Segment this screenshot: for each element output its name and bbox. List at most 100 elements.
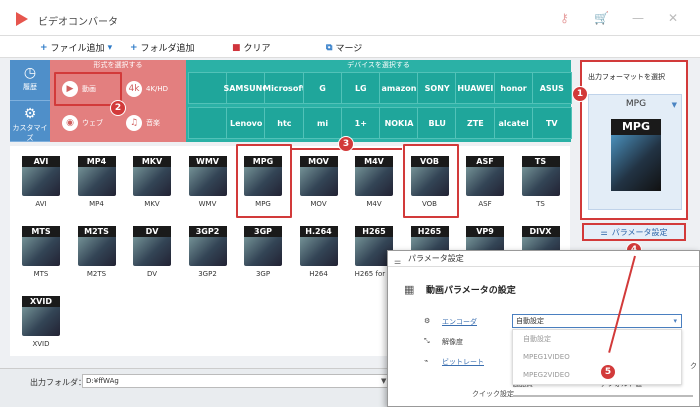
- device-row2-5[interactable]: NOKIA: [379, 107, 419, 139]
- marker-3: 3: [338, 136, 354, 152]
- format-item-13[interactable]: 3GP2 3GP2: [183, 220, 233, 288]
- encoder-option[interactable]: 自動設定: [513, 330, 681, 348]
- category-audio[interactable]: ♫ 音楽: [118, 108, 182, 138]
- chrome-icon: ◉: [62, 115, 78, 131]
- format-name: WMV: [198, 200, 217, 208]
- format-item-9[interactable]: TS TS: [516, 150, 566, 218]
- device-row2-7[interactable]: ZTE: [455, 107, 496, 139]
- close-icon[interactable]: ✕: [668, 11, 678, 25]
- right-cut-label: ク: [690, 362, 697, 370]
- format-item-5[interactable]: MOV MOV: [294, 150, 344, 218]
- device-row1-9[interactable]: ASUS: [531, 72, 572, 104]
- format-item-20[interactable]: XVID XVID: [16, 290, 66, 358]
- output-folder-field[interactable]: D:¥ffWAg: [82, 374, 392, 388]
- clear-button[interactable]: ■ クリア: [232, 41, 271, 55]
- resolution-icon: ⤡: [424, 337, 430, 345]
- app-title: ビデオコンバータ: [38, 17, 118, 28]
- format-name: M2TS: [86, 270, 107, 278]
- chevron-down-icon[interactable]: ▾: [673, 315, 677, 327]
- device-row1-3[interactable]: G: [302, 72, 343, 104]
- chevron-down-icon[interactable]: ▾: [108, 43, 113, 53]
- format-icon: MOV: [299, 156, 338, 196]
- device-row2-1[interactable]: Lenovo: [226, 107, 267, 139]
- format-item-10[interactable]: MTS MTS: [16, 220, 66, 288]
- merge-label: マージ: [335, 44, 363, 54]
- device-row1-6[interactable]: SONY: [417, 72, 458, 104]
- category-audio-label: 音楽: [146, 119, 160, 127]
- format-icon: XVID: [22, 296, 60, 336]
- add-file-button[interactable]: + ファイル追加 ▾: [40, 41, 113, 55]
- format-icon-label: MOV: [299, 156, 338, 167]
- output-format-value: MPG: [625, 99, 647, 109]
- format-icon: TS: [521, 156, 560, 196]
- title-bar: ビデオコンバータ ⚷ 🛒 — ✕: [0, 0, 700, 36]
- format-item-15[interactable]: H.264 H264: [294, 220, 344, 288]
- output-format-select[interactable]: MPG ▼ MPG: [588, 94, 682, 210]
- device-row2-4[interactable]: 1+: [340, 107, 381, 139]
- format-item-11[interactable]: M2TS M2TS: [72, 220, 122, 288]
- customize-button[interactable]: ⚙ カスタマイズ: [10, 101, 50, 142]
- merge-icon: ⧉: [326, 42, 333, 53]
- format-item-3[interactable]: WMV WMV: [183, 150, 233, 218]
- format-item-8[interactable]: ASF ASF: [460, 150, 510, 218]
- device-row1-4[interactable]: LG: [340, 72, 381, 104]
- device-row1-1[interactable]: SAMSUNG: [223, 72, 269, 104]
- encoder-label[interactable]: エンコーダ: [442, 317, 477, 327]
- chevron-down-icon[interactable]: ▼: [381, 377, 386, 385]
- resolution-label: 解像度: [442, 338, 463, 346]
- chevron-down-icon[interactable]: ▼: [672, 101, 677, 109]
- cart-icon[interactable]: 🛒: [594, 11, 609, 25]
- key-icon[interactable]: ⚷: [560, 11, 569, 25]
- merge-button[interactable]: ⧉ マージ: [326, 41, 363, 55]
- device-row1-7[interactable]: HUAWEI: [455, 72, 496, 104]
- bitrate-label[interactable]: ビットレート: [442, 357, 484, 367]
- history-button[interactable]: ◷ 履歴: [10, 60, 50, 101]
- add-folder-button[interactable]: + フォルダ追加: [130, 41, 195, 55]
- format-icon-label: XVID: [22, 296, 60, 307]
- device-row1-8[interactable]: honor: [493, 72, 534, 104]
- format-category-header: 形式を選択する: [93, 61, 143, 69]
- app-window: ビデオコンバータ ⚷ 🛒 — ✕ + ファイル追加 ▾ + フォルダ追加 ■ クリア ⧉…: [0, 0, 700, 407]
- format-item-12[interactable]: DV DV: [127, 220, 177, 288]
- quality-slider[interactable]: [513, 395, 693, 397]
- device-row2-3[interactable]: mi: [302, 107, 343, 139]
- device-row2-9[interactable]: TV: [531, 107, 572, 139]
- format-icon: MTS: [22, 226, 60, 266]
- marker-2: 2: [110, 100, 126, 116]
- format-icon-label: H265: [355, 226, 393, 237]
- format-item-0[interactable]: AVI AVI: [16, 150, 66, 218]
- add-folder-label: フォルダ追加: [140, 44, 195, 54]
- category-web[interactable]: ◉ ウェブ: [54, 108, 118, 138]
- category-4k-hd[interactable]: 4k 4K/HD: [118, 74, 182, 104]
- device-row1-0[interactable]: [188, 72, 228, 104]
- parameter-settings-button[interactable]: ⚌ パラメータ設定: [582, 223, 686, 241]
- format-name: ASF: [478, 200, 492, 208]
- minimize-icon[interactable]: —: [632, 11, 644, 25]
- format-item-2[interactable]: MKV MKV: [127, 150, 177, 218]
- device-row2-2[interactable]: htc: [264, 107, 305, 139]
- encoder-option[interactable]: MPEG1VIDEO: [513, 348, 681, 366]
- format-item-1[interactable]: MP4 MP4: [72, 150, 122, 218]
- format-icon-label: WMV: [188, 156, 227, 167]
- format-icon: WMV: [188, 156, 227, 196]
- format-icon: M4V: [355, 156, 393, 196]
- settings-sliders-icon: ⚌: [394, 257, 402, 266]
- left-column: ◷ 履歴 ⚙ カスタマイズ: [10, 60, 50, 142]
- format-icon-label: 3GP: [244, 226, 282, 237]
- device-header: デバイスを選択する: [347, 61, 410, 69]
- encoder-option[interactable]: MPEG2VIDEO: [513, 366, 681, 384]
- parameter-dialog: ⚌ パラメータ設定 ▦ 動画パラメータの設定 ⚙ エンコーダ ⤡ 解像度 ⌁ ビッ…: [387, 250, 700, 407]
- encoder-select[interactable]: 自動設定 ▾: [512, 314, 682, 328]
- clear-label: クリア: [243, 44, 271, 54]
- device-row2-8[interactable]: alcatel: [493, 107, 534, 139]
- 4k-icon: 4k: [126, 81, 142, 97]
- device-row2-6[interactable]: BLU: [417, 107, 458, 139]
- device-row2-0[interactable]: [188, 107, 228, 139]
- format-name: XVID: [32, 340, 50, 348]
- app-logo-icon: [16, 12, 28, 26]
- device-row1-2[interactable]: Microsoft: [263, 72, 306, 104]
- device-row1-5[interactable]: amazon: [379, 72, 419, 104]
- format-name: H264: [309, 270, 328, 278]
- format-item-14[interactable]: 3GP 3GP: [238, 220, 288, 288]
- format-item-6[interactable]: M4V M4V: [349, 150, 399, 218]
